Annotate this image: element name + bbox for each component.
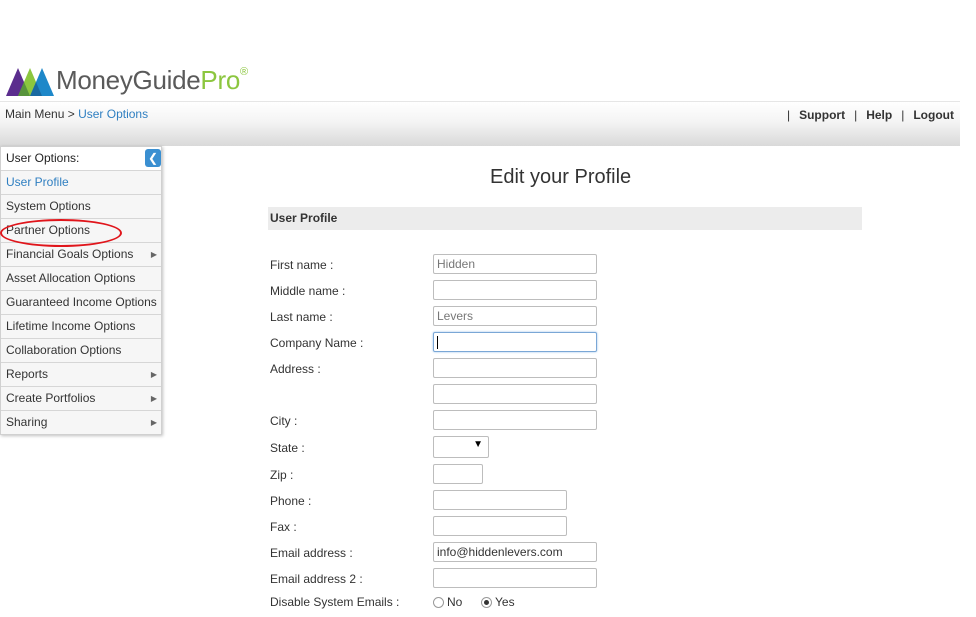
submenu-arrow-icon: ▶: [150, 250, 157, 259]
middle-name-input[interactable]: [433, 280, 597, 300]
sidebar-item-create-portfolios[interactable]: Create Portfolios ▶: [1, 387, 161, 411]
moneyguidepro-logo: MoneyGuidePro®: [4, 64, 264, 98]
breadcrumb-separator: >: [67, 107, 75, 121]
last-name-label: Last name :: [270, 310, 333, 324]
fax-label: Fax :: [270, 520, 297, 534]
phone-input[interactable]: [433, 490, 567, 510]
dropdown-arrow-icon: ▼: [473, 439, 483, 450]
email2-input[interactable]: [433, 568, 597, 588]
text-cursor: [437, 336, 438, 350]
sidebar-header: User Options: ❮: [1, 147, 161, 171]
sidebar-item-lifetime-income-options[interactable]: Lifetime Income Options: [1, 315, 161, 339]
breadcrumb-main-menu[interactable]: Main Menu: [5, 107, 64, 121]
disable-emails-radio-group: No Yes: [433, 595, 515, 609]
city-input[interactable]: [433, 410, 597, 430]
breadcrumb: Main Menu > User Options: [5, 107, 148, 121]
sidebar: User Options: ❮ User Profile System Opti…: [0, 146, 162, 435]
city-label: City :: [270, 414, 298, 428]
company-name-input[interactable]: [433, 332, 597, 352]
fax-input[interactable]: [433, 516, 567, 536]
zip-label: Zip :: [270, 468, 294, 482]
submenu-arrow-icon: ▶: [150, 370, 157, 379]
email-label: Email address :: [270, 546, 353, 560]
top-links: | Support | Help | Logout: [786, 108, 954, 122]
sidebar-item-sharing[interactable]: Sharing ▶: [1, 411, 161, 434]
radio-no[interactable]: [433, 597, 444, 608]
email2-label: Email address 2 :: [270, 572, 363, 586]
email-input[interactable]: info@hiddenlevers.com: [433, 542, 597, 562]
logo-text: MoneyGuidePro®: [56, 65, 248, 95]
sidebar-item-user-profile[interactable]: User Profile: [1, 171, 161, 195]
submenu-arrow-icon: ▶: [150, 394, 157, 403]
company-name-label: Company Name :: [270, 336, 364, 350]
sidebar-item-asset-allocation-options[interactable]: Asset Allocation Options: [1, 267, 161, 291]
radio-yes[interactable]: [481, 597, 493, 608]
chevron-left-icon: ❮: [147, 151, 159, 165]
sidebar-item-system-options[interactable]: System Options: [1, 195, 161, 219]
middle-name-label: Middle name :: [270, 284, 346, 298]
sidebar-item-reports[interactable]: Reports ▶: [1, 363, 161, 387]
address-label: Address :: [270, 362, 321, 376]
logout-link[interactable]: Logout: [913, 108, 954, 122]
sidebar-item-guaranteed-income-options[interactable]: Guaranteed Income Options: [1, 291, 161, 315]
first-name-input[interactable]: Hidden: [433, 254, 597, 274]
sidebar-item-financial-goals-options[interactable]: Financial Goals Options ▶: [1, 243, 161, 267]
radio-yes-label: Yes: [495, 595, 515, 609]
breadcrumb-user-options[interactable]: User Options: [78, 107, 148, 121]
support-link[interactable]: Support: [799, 108, 845, 122]
state-select[interactable]: ▼: [433, 436, 489, 458]
logo-mark-icon: [6, 68, 54, 96]
first-name-label: First name :: [270, 258, 334, 272]
help-link[interactable]: Help: [866, 108, 892, 122]
disable-emails-label: Disable System Emails :: [270, 595, 400, 609]
address-line2-input[interactable]: [433, 384, 597, 404]
top-bar: Main Menu > User Options | Support | Help | L…: [0, 101, 960, 146]
submenu-arrow-icon: ▶: [150, 418, 157, 427]
zip-input[interactable]: [433, 464, 483, 484]
state-label: State :: [270, 441, 305, 455]
page-title: Edit your Profile: [490, 166, 632, 188]
sidebar-item-collaboration-options[interactable]: Collaboration Options: [1, 339, 161, 363]
phone-label: Phone :: [270, 494, 312, 508]
section-header-user-profile: User Profile: [268, 207, 862, 230]
radio-no-label: No: [447, 595, 463, 609]
address-line1-input[interactable]: [433, 358, 597, 378]
last-name-input[interactable]: Levers: [433, 306, 597, 326]
red-highlight-annotation: [0, 219, 122, 247]
collapse-sidebar-button[interactable]: ❮: [145, 149, 161, 167]
